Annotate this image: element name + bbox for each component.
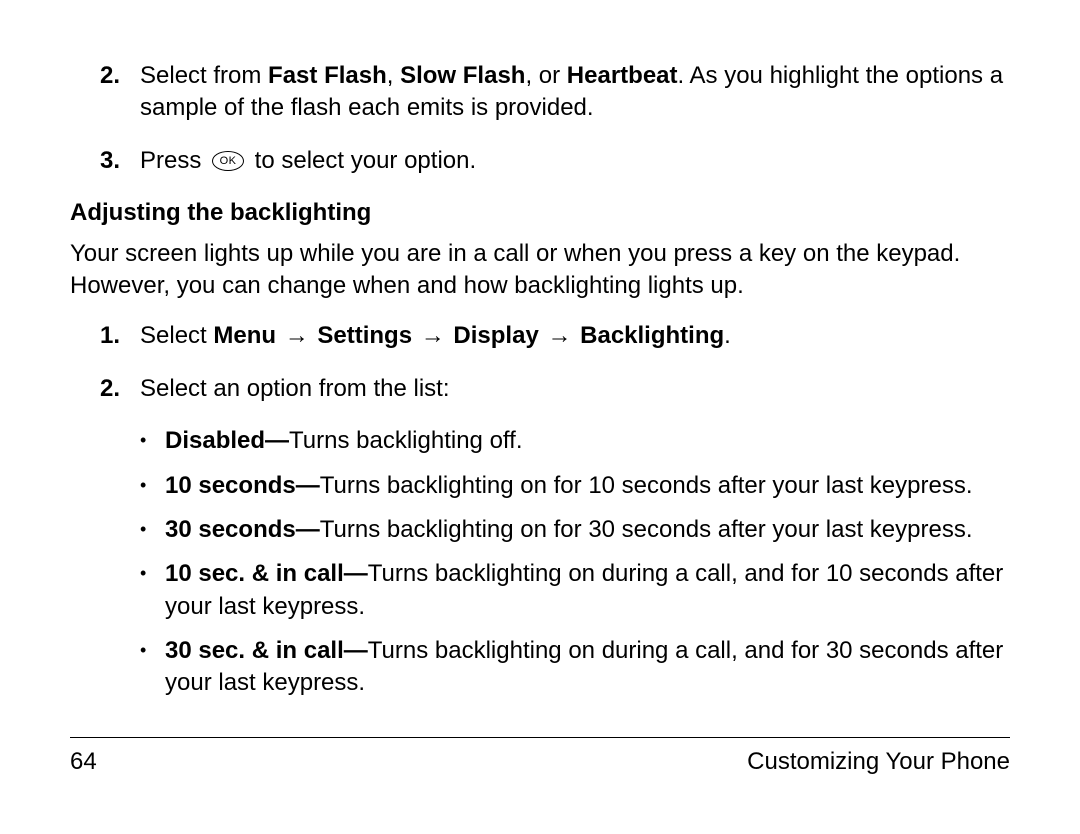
option-fast-flash: Fast Flash [268, 62, 387, 89]
menu-path-settings: Settings [317, 322, 412, 349]
ok-button-icon: OK [212, 151, 244, 171]
section-title: Customizing Your Phone [747, 746, 1010, 778]
option-30-seconds: • 30 seconds—Turns backlighting on for 3… [70, 514, 1010, 546]
option-30-sec-in-call: • 30 sec. & in call—Turns backlighting o… [70, 635, 1010, 700]
text-part: . [724, 322, 731, 349]
text-part: to select your option. [248, 147, 476, 174]
bullet-icon: • [140, 425, 165, 457]
section-heading: Adjusting the backlighting [70, 197, 1010, 229]
step-3: 3. Press OK to select your option. [70, 145, 1010, 177]
option-10-seconds: • 10 seconds—Turns backlighting on for 1… [70, 470, 1010, 502]
page-number: 64 [70, 746, 97, 778]
step-text: Press OK to select your option. [140, 145, 1010, 177]
option-text: 10 sec. & in call—Turns backlighting on … [165, 558, 1010, 623]
step-number: 2. [100, 60, 140, 125]
menu-path-display: Display [453, 322, 538, 349]
substep-2: 2. Select an option from the list: [70, 373, 1010, 405]
section-paragraph: Your screen lights up while you are in a… [70, 238, 1010, 303]
step-number: 2. [100, 373, 140, 405]
option-key: 10 sec. & in call— [165, 560, 368, 587]
option-text: 30 sec. & in call—Turns backlighting on … [165, 635, 1010, 700]
text-part: Press [140, 147, 208, 174]
option-value: Turns backlighting off. [289, 427, 522, 454]
text-part: , [387, 62, 400, 89]
text-part: , or [525, 62, 566, 89]
text-part: Select from [140, 62, 268, 89]
option-value: Turns backlighting on for 10 seconds aft… [320, 472, 973, 499]
arrow-icon: → [278, 322, 315, 349]
substep-1: 1. Select Menu → Settings → Display → Ba… [70, 320, 1010, 352]
bullet-icon: • [140, 514, 165, 546]
bullet-icon: • [140, 635, 165, 700]
option-10-sec-in-call: • 10 sec. & in call—Turns backlighting o… [70, 558, 1010, 623]
option-slow-flash: Slow Flash [400, 62, 525, 89]
page-footer: 64 Customizing Your Phone [70, 738, 1010, 778]
menu-path-backlighting: Backlighting [580, 322, 724, 349]
option-key: 30 sec. & in call— [165, 637, 368, 664]
step-number: 1. [100, 320, 140, 352]
option-key: Disabled— [165, 427, 289, 454]
page-content: 2. Select from Fast Flash, Slow Flash, o… [70, 60, 1010, 732]
arrow-icon: → [541, 322, 578, 349]
option-disabled: • Disabled—Turns backlighting off. [70, 425, 1010, 457]
menu-path-menu: Menu [213, 322, 276, 349]
step-text: Select Menu → Settings → Display → Backl… [140, 320, 1010, 352]
option-key: 30 seconds— [165, 516, 320, 543]
bullet-icon: • [140, 470, 165, 502]
step-text: Select an option from the list: [140, 373, 1010, 405]
step-2: 2. Select from Fast Flash, Slow Flash, o… [70, 60, 1010, 125]
option-text: 10 seconds—Turns backlighting on for 10 … [165, 470, 1010, 502]
option-value: Turns backlighting on for 30 seconds aft… [320, 516, 973, 543]
step-number: 3. [100, 145, 140, 177]
option-key: 10 seconds— [165, 472, 320, 499]
arrow-icon: → [414, 322, 451, 349]
text-part: Select [140, 322, 213, 349]
step-text: Select from Fast Flash, Slow Flash, or H… [140, 60, 1010, 125]
option-text: 30 seconds—Turns backlighting on for 30 … [165, 514, 1010, 546]
option-text: Disabled—Turns backlighting off. [165, 425, 1010, 457]
option-heartbeat: Heartbeat [567, 62, 678, 89]
bullet-icon: • [140, 558, 165, 623]
